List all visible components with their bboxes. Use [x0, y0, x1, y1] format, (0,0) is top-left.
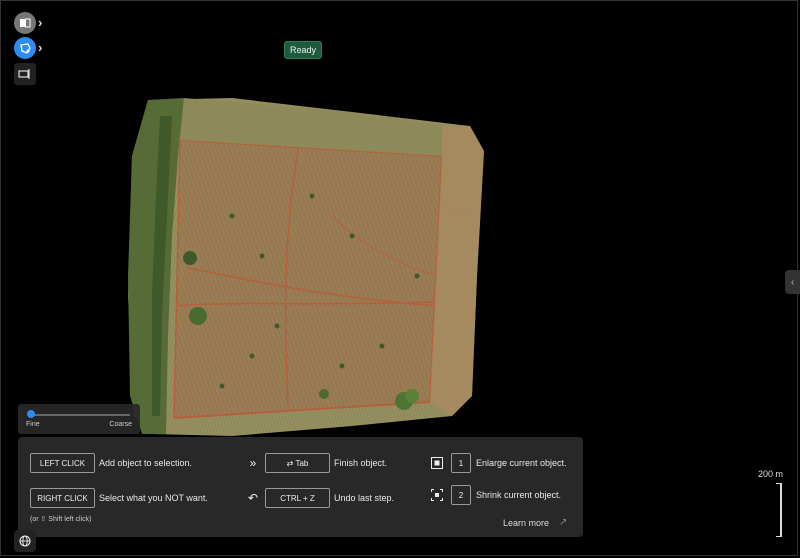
left-click-key: LEFT CLICK — [30, 453, 95, 473]
globe-icon — [19, 535, 31, 547]
granularity-slider-panel: Fine Coarse — [18, 404, 140, 434]
scale-bar — [780, 483, 782, 537]
shortcut-help-panel: LEFT CLICK Add object to selection. RIGH… — [18, 437, 583, 537]
enlarge-desc: Enlarge current object. — [476, 458, 567, 468]
undo-desc: Undo last step. — [334, 493, 395, 503]
shrink-key: 2 — [451, 485, 471, 505]
scale-tick-bottom — [776, 536, 782, 537]
right-click-desc: Select what you NOT want. — [99, 493, 208, 503]
tab-key: ⇄ Tab — [265, 453, 330, 473]
double-chevron-right-icon: » — [249, 456, 257, 470]
slider-track[interactable] — [30, 414, 130, 416]
enlarge-key: 1 — [451, 453, 471, 473]
scale-tick-top — [776, 483, 782, 484]
chevron-left-icon: ‹ — [790, 276, 795, 288]
learn-more-link[interactable]: Learn more — [503, 518, 549, 528]
side-panel-toggle[interactable]: ‹ — [785, 270, 800, 294]
scale-label: 200 m — [758, 469, 784, 479]
layers-tool-button[interactable] — [14, 12, 36, 34]
crop-tool-icon — [18, 69, 30, 79]
shrink-icon — [430, 488, 444, 502]
undo-key: CTRL + Z — [265, 488, 330, 508]
right-click-hint: (or ⇧ Shift left click) — [30, 516, 92, 523]
globe-button[interactable] — [14, 530, 36, 552]
slider-max-label: Coarse — [109, 421, 132, 428]
chevron-right-icon[interactable]: › — [38, 40, 42, 55]
slider-min-label: Fine — [26, 421, 40, 428]
magic-select-tool-button[interactable] — [14, 37, 36, 59]
slider-handle[interactable] — [27, 410, 35, 418]
crop-tool-button[interactable] — [14, 63, 36, 85]
magic-select-icon — [19, 42, 31, 54]
status-badge: Ready — [284, 41, 323, 59]
layers-icon — [20, 18, 31, 28]
right-click-key: RIGHT CLICK — [30, 488, 95, 508]
left-click-desc: Add object to selection. — [99, 458, 193, 468]
tab-desc: Finish object. — [334, 458, 388, 468]
undo-icon: ↶ — [247, 491, 259, 505]
aerial-map[interactable] — [112, 96, 492, 441]
shrink-desc: Shrink current object. — [476, 490, 562, 500]
enlarge-icon — [430, 456, 444, 470]
chevron-right-icon[interactable]: › — [38, 15, 42, 30]
external-link-icon[interactable]: ↗ — [559, 517, 567, 528]
